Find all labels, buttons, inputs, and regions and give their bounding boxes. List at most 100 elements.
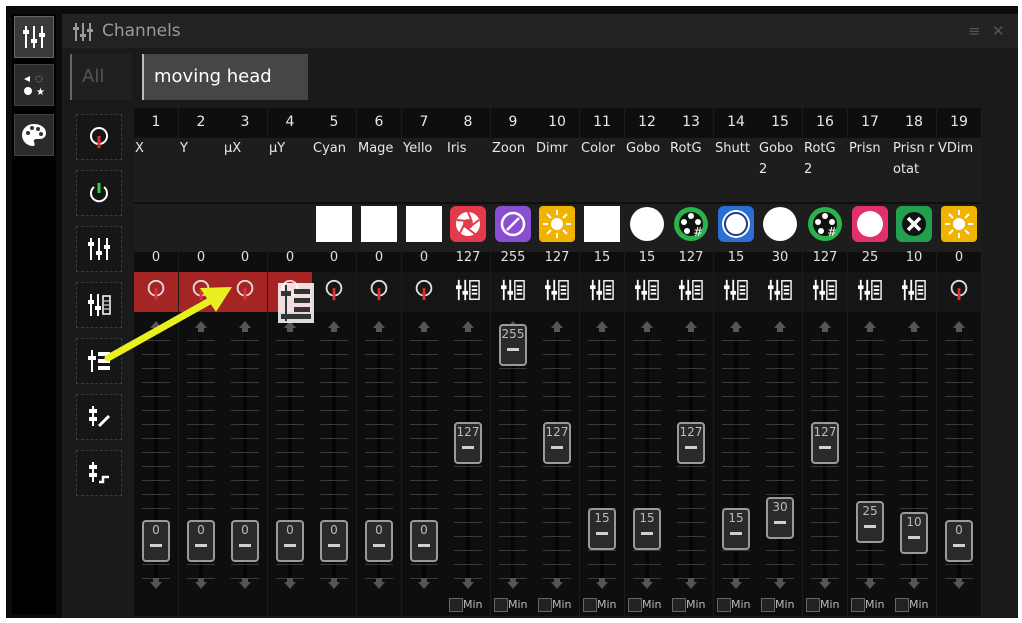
min-toggle[interactable]: Min (804, 596, 846, 614)
fader-knob[interactable]: 0 (231, 520, 259, 562)
arrow-up-icon[interactable] (728, 318, 744, 332)
min-checkbox[interactable] (583, 598, 597, 612)
min-checkbox[interactable] (449, 598, 463, 612)
min-toggle[interactable]: Min (536, 596, 578, 614)
min-toggle[interactable]: Min (715, 596, 757, 614)
arrow-up-icon[interactable] (594, 318, 610, 332)
fader-knob[interactable]: 127 (677, 422, 705, 464)
fader-mode-button[interactable] (758, 272, 802, 312)
arrow-down-icon[interactable] (549, 574, 565, 589)
arrow-down-icon[interactable] (416, 574, 432, 589)
arrow-down-icon[interactable] (326, 574, 342, 589)
arrow-down-icon[interactable] (862, 574, 878, 589)
dial-mode-button[interactable] (402, 272, 446, 312)
channel-square-icon[interactable] (406, 206, 442, 242)
arrow-down-icon[interactable] (282, 574, 298, 589)
arrow-up-icon[interactable] (416, 318, 432, 332)
fader-mode-button[interactable] (803, 272, 847, 312)
min-checkbox[interactable] (851, 598, 865, 612)
channel-circle-icon[interactable] (762, 206, 798, 242)
arrow-up-icon[interactable] (549, 318, 565, 332)
min-toggle[interactable]: Min (581, 596, 623, 614)
arrow-down-icon[interactable] (371, 574, 387, 589)
tool-position-dial[interactable] (76, 114, 122, 160)
arrow-up-icon[interactable] (326, 318, 342, 332)
channel-zoom-icon[interactable] (495, 206, 531, 242)
min-checkbox[interactable] (494, 598, 508, 612)
side-tab-palette[interactable] (14, 114, 54, 156)
arrow-down-icon[interactable] (148, 574, 164, 589)
fader-mode-button[interactable] (446, 272, 490, 312)
group-tab-moving-head[interactable]: moving head (142, 54, 308, 100)
arrow-up-icon[interactable] (193, 318, 209, 332)
arrow-down-icon[interactable] (639, 574, 655, 589)
arrow-down-icon[interactable] (505, 574, 521, 589)
fader-knob[interactable]: 0 (365, 520, 393, 562)
min-checkbox[interactable] (717, 598, 731, 612)
channel-square-icon[interactable] (361, 206, 397, 242)
arrow-down-icon[interactable] (817, 574, 833, 589)
channel-gobo-icon[interactable]: # (807, 206, 843, 242)
fader-mode-button[interactable] (580, 272, 624, 312)
fader-knob[interactable]: 0 (276, 520, 304, 562)
channel-iris-icon[interactable] (450, 206, 486, 242)
fader-knob[interactable]: 0 (142, 520, 170, 562)
arrow-down-icon[interactable] (683, 574, 699, 589)
tool-edit-fader[interactable] (76, 394, 122, 440)
min-toggle[interactable]: Min (492, 596, 534, 614)
min-checkbox[interactable] (806, 598, 820, 612)
min-checkbox[interactable] (672, 598, 686, 612)
dial-mode-button[interactable] (179, 272, 223, 312)
tool-step-fader[interactable] (76, 450, 122, 496)
fader-mode-button[interactable] (625, 272, 669, 312)
arrow-up-icon[interactable] (639, 318, 655, 332)
group-tab-all[interactable]: All (70, 54, 132, 100)
min-toggle[interactable]: Min (759, 596, 801, 614)
fader-knob[interactable]: 25 (856, 501, 884, 543)
fader-knob[interactable]: 15 (633, 508, 661, 550)
arrow-down-icon[interactable] (728, 574, 744, 589)
min-toggle[interactable]: Min (893, 596, 935, 614)
min-toggle[interactable]: Min (670, 596, 712, 614)
fader-knob[interactable]: 0 (187, 520, 215, 562)
arrow-up-icon[interactable] (906, 318, 922, 332)
tool-faders[interactable] (76, 226, 122, 272)
min-checkbox[interactable] (538, 598, 552, 612)
tool-fader-mode[interactable] (76, 282, 122, 328)
fader-mode-button[interactable] (491, 272, 535, 312)
fader-knob[interactable]: 15 (722, 508, 750, 550)
fader-mode-button[interactable] (535, 272, 579, 312)
min-toggle[interactable]: Min (849, 596, 891, 614)
channel-circle-icon[interactable] (629, 206, 665, 242)
fader-knob[interactable]: 0 (945, 520, 973, 562)
channel-dot-icon[interactable] (852, 206, 888, 242)
arrow-up-icon[interactable] (951, 318, 967, 332)
dial-mode-button[interactable] (357, 272, 401, 312)
min-checkbox[interactable] (628, 598, 642, 612)
dial-mode-button[interactable] (223, 272, 267, 312)
fader-knob[interactable]: 0 (320, 520, 348, 562)
fader-knob[interactable]: 15 (588, 508, 616, 550)
min-toggle[interactable]: Min (626, 596, 668, 614)
arrow-down-icon[interactable] (460, 574, 476, 589)
arrow-down-icon[interactable] (772, 574, 788, 589)
arrow-down-icon[interactable] (237, 574, 253, 589)
arrow-down-icon[interactable] (906, 574, 922, 589)
arrow-down-icon[interactable] (951, 574, 967, 589)
fader-knob[interactable]: 30 (766, 497, 794, 539)
min-checkbox[interactable] (761, 598, 775, 612)
channel-sun-icon[interactable] (539, 206, 575, 242)
min-toggle[interactable]: Min (447, 596, 489, 614)
close-icon[interactable]: ✕ (992, 22, 1005, 40)
channel-x-icon[interactable] (896, 206, 932, 242)
hamburger-icon[interactable]: ≡ (968, 22, 981, 40)
fader-mode-button[interactable] (714, 272, 758, 312)
fader-knob[interactable]: 127 (811, 422, 839, 464)
arrow-up-icon[interactable] (237, 318, 253, 332)
fader-knob[interactable]: 0 (410, 520, 438, 562)
arrow-down-icon[interactable] (193, 574, 209, 589)
min-checkbox[interactable] (895, 598, 909, 612)
arrow-up-icon[interactable] (371, 318, 387, 332)
dial-mode-button[interactable] (937, 272, 981, 312)
fader-knob[interactable]: 10 (900, 512, 928, 554)
